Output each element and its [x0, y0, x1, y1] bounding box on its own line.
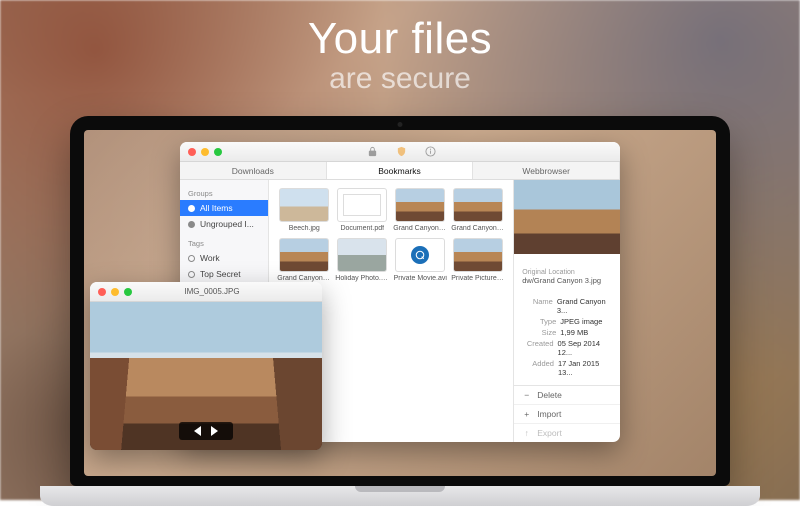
detail-preview-image: [514, 180, 620, 254]
tag-icon: [188, 255, 195, 262]
close-icon[interactable]: [188, 148, 196, 156]
file-name: Document.pdf: [340, 225, 384, 232]
sidebar-item-label: Top Secret: [200, 269, 241, 279]
meta-key: Created: [522, 339, 553, 357]
laptop-mockup: Downloads Bookmarks Webbrowser Groups Al…: [70, 116, 730, 506]
next-arrow-icon[interactable]: [211, 426, 218, 436]
hero-line-2: are secure: [0, 62, 800, 96]
original-location-label: Original Location: [514, 269, 620, 276]
meta-value: Grand Canyon 3...: [557, 297, 612, 315]
sidebar-item-label: All Items: [200, 203, 233, 213]
folder-icon: [188, 205, 195, 212]
thumbnail-icon: [279, 188, 329, 222]
plus-icon: +: [522, 409, 531, 419]
file-name: Grand Canyon 2.jpg: [393, 225, 447, 232]
preview-title: IMG_0005.JPG: [132, 287, 292, 296]
minus-icon: −: [522, 390, 531, 400]
minimize-icon[interactable]: [111, 288, 119, 296]
tag-icon: [188, 271, 195, 278]
export-button[interactable]: ↑ Export: [514, 423, 620, 442]
file-name: Beech.jpg: [289, 225, 320, 232]
tab-webbrowser[interactable]: Webbrowser: [473, 162, 620, 179]
thumbnail-icon: [453, 238, 503, 272]
quicklook-window: IMG_0005.JPG: [90, 282, 322, 450]
sidebar-item-all-items[interactable]: All Items: [180, 200, 268, 216]
thumbnail-icon: [395, 238, 445, 272]
meta-value: 17 Jan 2015 13...: [558, 359, 612, 377]
folder-icon: [188, 221, 195, 228]
button-label: Export: [537, 428, 562, 438]
prev-arrow-icon[interactable]: [194, 426, 201, 436]
up-arrow-icon: ↑: [522, 428, 531, 438]
thumbnail-icon: [337, 238, 387, 272]
window-traffic-lights: [90, 288, 132, 296]
file-item[interactable]: Beech.jpg: [277, 188, 331, 232]
file-item[interactable]: Private Movie.avi: [393, 238, 447, 282]
file-name: Grand Canyon.jpg: [277, 275, 331, 282]
sidebar-item-label: Ungrouped I...: [200, 219, 254, 229]
file-item[interactable]: Holiday Photo.jpg: [335, 238, 389, 282]
window-traffic-lights: [180, 148, 222, 156]
file-item[interactable]: Private Picture.jpg: [451, 238, 505, 282]
meta-key: Type: [522, 317, 556, 326]
minimize-icon[interactable]: [201, 148, 209, 156]
zoom-icon[interactable]: [214, 148, 222, 156]
meta-key: Name: [522, 297, 553, 315]
meta-value: 1,99 MB: [560, 328, 588, 337]
detail-metadata: NameGrand Canyon 3... Type JPEG image Siz…: [514, 291, 620, 385]
window-titlebar[interactable]: IMG_0005.JPG: [90, 282, 322, 302]
shield-icon[interactable]: [396, 146, 407, 157]
button-label: Delete: [537, 390, 562, 400]
preview-body: [90, 302, 322, 450]
file-name: Private Movie.avi: [394, 275, 447, 282]
meta-value: 05 Sep 2014 12...: [558, 339, 612, 357]
file-item[interactable]: Grand Canyon 2.jpg: [393, 188, 447, 232]
info-icon[interactable]: [425, 146, 436, 157]
file-name: Grand Canyon 3.jpg: [451, 225, 505, 232]
meta-key: Added: [522, 359, 554, 377]
sidebar-item-label: Work: [200, 253, 220, 263]
sidebar-item-ungrouped[interactable]: Ungrouped I...: [180, 216, 268, 232]
window-titlebar[interactable]: [180, 142, 620, 162]
thumbnail-icon: [337, 188, 387, 222]
detail-pane: Original Location dw/Grand Canyon 3.jpg …: [513, 180, 620, 442]
file-item[interactable]: Grand Canyon.jpg: [277, 238, 331, 282]
button-label: Import: [537, 409, 561, 419]
close-icon[interactable]: [98, 288, 106, 296]
lock-icon[interactable]: [367, 146, 378, 157]
detail-action-buttons: −Delete + Import ↑ Export: [514, 385, 620, 442]
laptop-base: [40, 486, 760, 506]
laptop-bezel: Downloads Bookmarks Webbrowser Groups Al…: [70, 116, 730, 486]
file-name: Private Picture.jpg: [451, 275, 505, 282]
zoom-icon[interactable]: [124, 288, 132, 296]
file-item[interactable]: Grand Canyon 3.jpg: [451, 188, 505, 232]
sidebar-tag-work[interactable]: Work: [180, 250, 268, 266]
preview-nav-controls: [179, 422, 233, 440]
laptop-screen: Downloads Bookmarks Webbrowser Groups Al…: [84, 130, 716, 476]
thumbnail-icon: [279, 238, 329, 272]
toolbar-center: [222, 146, 580, 157]
sidebar-tags-header: Tags: [180, 236, 268, 250]
tab-downloads[interactable]: Downloads: [180, 162, 327, 179]
meta-key: Size: [522, 328, 556, 337]
delete-button[interactable]: −Delete: [514, 386, 620, 404]
import-button[interactable]: + Import: [514, 404, 620, 423]
original-location-value: dw/Grand Canyon 3.jpg: [514, 276, 620, 291]
meta-value: JPEG image: [560, 317, 602, 326]
tab-bookmarks[interactable]: Bookmarks: [327, 162, 474, 179]
marketing-headline: Your files are secure: [0, 14, 800, 96]
file-item[interactable]: Document.pdf: [335, 188, 389, 232]
sidebar-tag-top-secret[interactable]: Top Secret: [180, 266, 268, 282]
tab-bar: Downloads Bookmarks Webbrowser: [180, 162, 620, 180]
hero-line-1: Your files: [0, 14, 800, 64]
thumbnail-icon: [453, 188, 503, 222]
quicktime-icon: [411, 246, 429, 264]
file-name: Holiday Photo.jpg: [335, 275, 389, 282]
laptop-camera-icon: [398, 122, 403, 127]
thumbnail-icon: [395, 188, 445, 222]
sidebar-groups-header: Groups: [180, 186, 268, 200]
